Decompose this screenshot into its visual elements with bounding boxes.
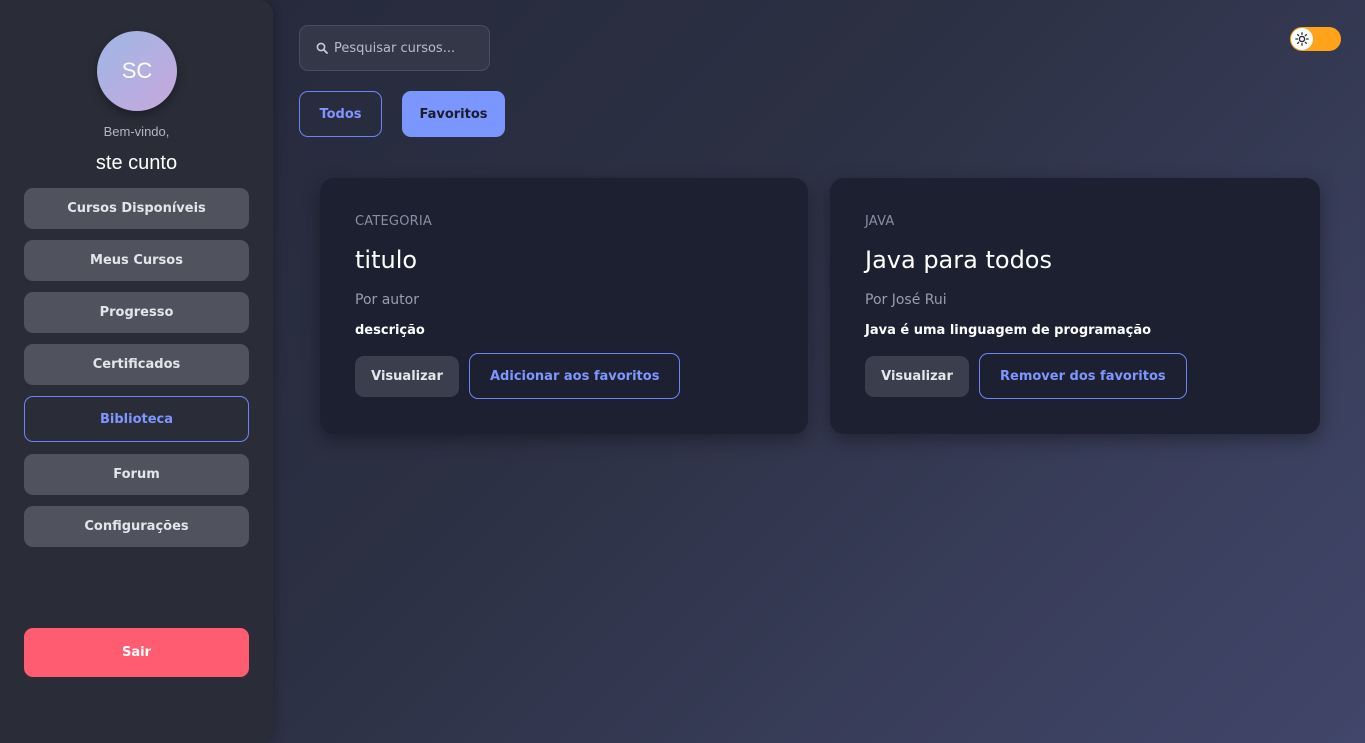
sidebar-item-label: Cursos Disponíveis	[67, 201, 206, 216]
sidebar-item-cursos-disponiveis[interactable]: Cursos Disponíveis	[24, 188, 249, 229]
sidebar-item-label: Biblioteca	[99, 411, 174, 427]
sidebar: SC Bem-vindo, ste cunto Cursos Disponíve…	[0, 0, 273, 743]
username: ste cunto	[95, 152, 178, 174]
course-author: Por José Rui	[865, 292, 947, 308]
sidebar-item-label: Progresso	[99, 305, 174, 320]
favorite-label: Adicionar aos favoritos	[490, 368, 660, 384]
welcome-text: Bem-vindo,	[103, 124, 170, 139]
filter-favorites-label: Favoritos	[419, 106, 488, 122]
sidebar-item-label: Forum	[113, 467, 160, 482]
sidebar-item-progresso[interactable]: Progresso	[24, 292, 249, 333]
logout-button[interactable]: Sair	[24, 628, 249, 677]
favorite-label: Remover dos favoritos	[1000, 368, 1166, 384]
theme-toggle-knob	[1291, 28, 1313, 50]
sidebar-item-biblioteca[interactable]: Biblioteca	[24, 396, 249, 442]
sun-icon	[1295, 32, 1309, 46]
course-author: Por autor	[355, 292, 419, 308]
view-course-label: Visualizar	[881, 369, 953, 384]
course-category: CATEGORIA	[355, 214, 432, 229]
add-favorite-button[interactable]: Adicionar aos favoritos	[469, 353, 681, 399]
course-description: descrição	[355, 323, 425, 338]
sidebar-item-label: Configurações	[84, 519, 189, 534]
course-title: titulo	[355, 246, 418, 274]
course-card: JAVA Java para todos Por José Rui Java é…	[830, 178, 1320, 434]
remove-favorite-button[interactable]: Remover dos favoritos	[979, 353, 1187, 399]
course-card: CATEGORIA titulo Por autor descrição Vis…	[320, 178, 808, 434]
course-title: Java para todos	[865, 246, 1052, 274]
sidebar-item-label: Meus Cursos	[90, 253, 183, 268]
sidebar-item-certificados[interactable]: Certificados	[24, 344, 249, 385]
theme-toggle[interactable]	[1290, 27, 1341, 51]
course-description: Java é uma linguagem de programação	[865, 323, 1152, 338]
filter-favorites-button[interactable]: Favoritos	[402, 91, 505, 137]
search-input[interactable]	[334, 40, 474, 56]
sidebar-item-meus-cursos[interactable]: Meus Cursos	[24, 240, 249, 281]
course-category: JAVA	[865, 214, 895, 229]
avatar[interactable]: SC	[97, 31, 177, 111]
sidebar-item-configuracoes[interactable]: Configurações	[24, 506, 249, 547]
avatar-initials: SC	[121, 58, 153, 83]
logout-label: Sair	[121, 645, 151, 660]
filter-all-label: Todos	[319, 106, 362, 122]
search-box[interactable]	[299, 25, 490, 71]
view-course-label: Visualizar	[371, 369, 443, 384]
filter-all-button[interactable]: Todos	[299, 91, 382, 137]
view-course-button[interactable]: Visualizar	[355, 356, 459, 397]
search-icon	[316, 42, 328, 54]
view-course-button[interactable]: Visualizar	[865, 356, 969, 397]
sidebar-item-label: Certificados	[92, 357, 181, 372]
sidebar-item-forum[interactable]: Forum	[24, 454, 249, 495]
